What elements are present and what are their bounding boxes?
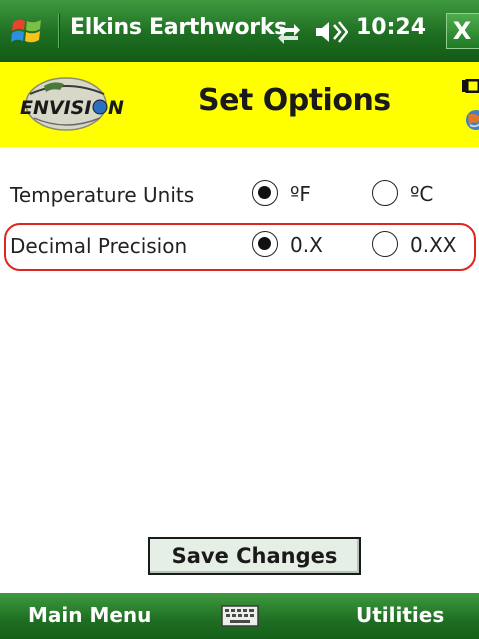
main-menu-softkey[interactable]: Main Menu <box>28 603 151 627</box>
connectivity-icon[interactable] <box>276 19 302 45</box>
keyboard-icon[interactable] <box>221 605 259 627</box>
softkey-bar: Main Menu Utilities <box>0 593 479 639</box>
globe-icon[interactable] <box>462 109 479 131</box>
fahrenheit-label[interactable]: ºF <box>290 182 311 206</box>
close-button[interactable]: X <box>446 13 479 49</box>
one-decimal-label[interactable]: 0.X <box>290 233 323 257</box>
one-decimal-radio[interactable] <box>252 231 278 257</box>
two-decimal-label[interactable]: 0.XX <box>410 233 456 257</box>
app-title: Elkins Earthworks <box>70 15 287 40</box>
decimal-precision-row: Decimal Precision 0.X 0.XX <box>0 226 479 270</box>
clock: 10:24 <box>356 15 427 40</box>
decimal-precision-label: Decimal Precision <box>10 234 188 258</box>
app-header: ENVISI N Set Options <box>0 62 479 147</box>
utilities-softkey[interactable]: Utilities <box>356 603 444 627</box>
title-separator <box>58 14 60 48</box>
battery-icon[interactable] <box>462 78 479 94</box>
fahrenheit-radio[interactable] <box>252 180 278 206</box>
save-changes-button[interactable]: Save Changes <box>148 537 361 575</box>
celsius-radio[interactable] <box>372 180 398 206</box>
title-bar: Elkins Earthworks 10:24 X <box>0 0 479 62</box>
windows-flag-icon[interactable] <box>10 14 44 48</box>
svg-text:ENVISI: ENVISI <box>20 97 91 119</box>
svg-text:N: N <box>108 97 124 119</box>
two-decimal-radio[interactable] <box>372 231 398 257</box>
temperature-units-label: Temperature Units <box>10 183 195 207</box>
celsius-label[interactable]: ºC <box>410 182 433 206</box>
page-title: Set Options <box>198 83 391 118</box>
speaker-icon[interactable] <box>314 19 349 45</box>
envision-logo: ENVISI N <box>20 70 162 136</box>
temperature-units-row: Temperature Units ºF ºC <box>0 175 479 219</box>
